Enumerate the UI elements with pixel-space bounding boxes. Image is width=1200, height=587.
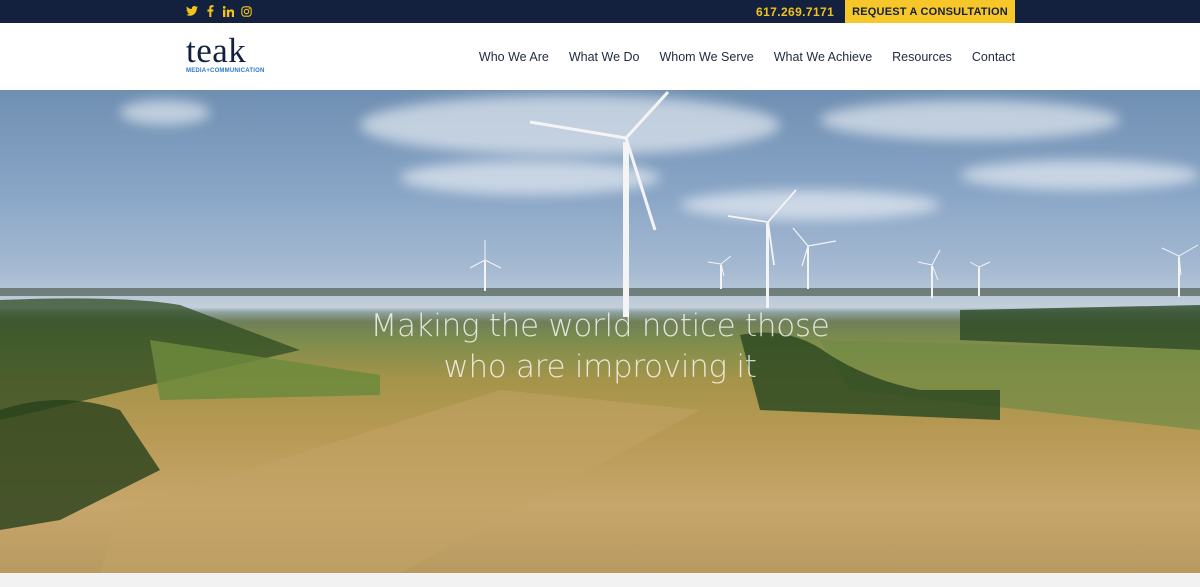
nav-resources[interactable]: Resources: [892, 50, 952, 64]
instagram-icon[interactable]: [240, 4, 252, 18]
nav-whom-we-serve[interactable]: Whom We Serve: [659, 50, 753, 64]
logo-wordmark: teak: [186, 31, 247, 70]
hero-banner: Making the world notice those who are im…: [0, 90, 1200, 573]
page-section-divider: [0, 573, 1200, 587]
nav-what-we-do[interactable]: What We Do: [569, 50, 640, 64]
logo-tagline: MEDIA+COMMUNICATION: [186, 68, 265, 74]
request-consultation-button[interactable]: REQUEST A CONSULTATION: [845, 0, 1015, 23]
facebook-icon[interactable]: [204, 4, 216, 18]
linkedin-icon[interactable]: [222, 4, 234, 18]
hero-headline: Making the world notice those who are im…: [0, 306, 1200, 388]
social-links: [186, 4, 252, 18]
top-bar: 617.269.7171 REQUEST A CONSULTATION: [0, 0, 1200, 23]
logo[interactable]: teak MEDIA+COMMUNICATION: [186, 31, 286, 78]
twitter-icon[interactable]: [186, 4, 198, 18]
phone-number[interactable]: 617.269.7171: [756, 5, 834, 19]
main-nav: Who We Are What We Do Whom We Serve What…: [479, 50, 1015, 64]
nav-who-we-are[interactable]: Who We Are: [479, 50, 549, 64]
nav-contact[interactable]: Contact: [972, 50, 1015, 64]
hero-headline-line-2: who are improving it: [443, 349, 757, 385]
hero-headline-line-1: Making the world notice those: [370, 308, 830, 344]
nav-what-we-achieve[interactable]: What We Achieve: [774, 50, 872, 64]
site-header: teak MEDIA+COMMUNICATION Who We Are What…: [0, 23, 1200, 90]
